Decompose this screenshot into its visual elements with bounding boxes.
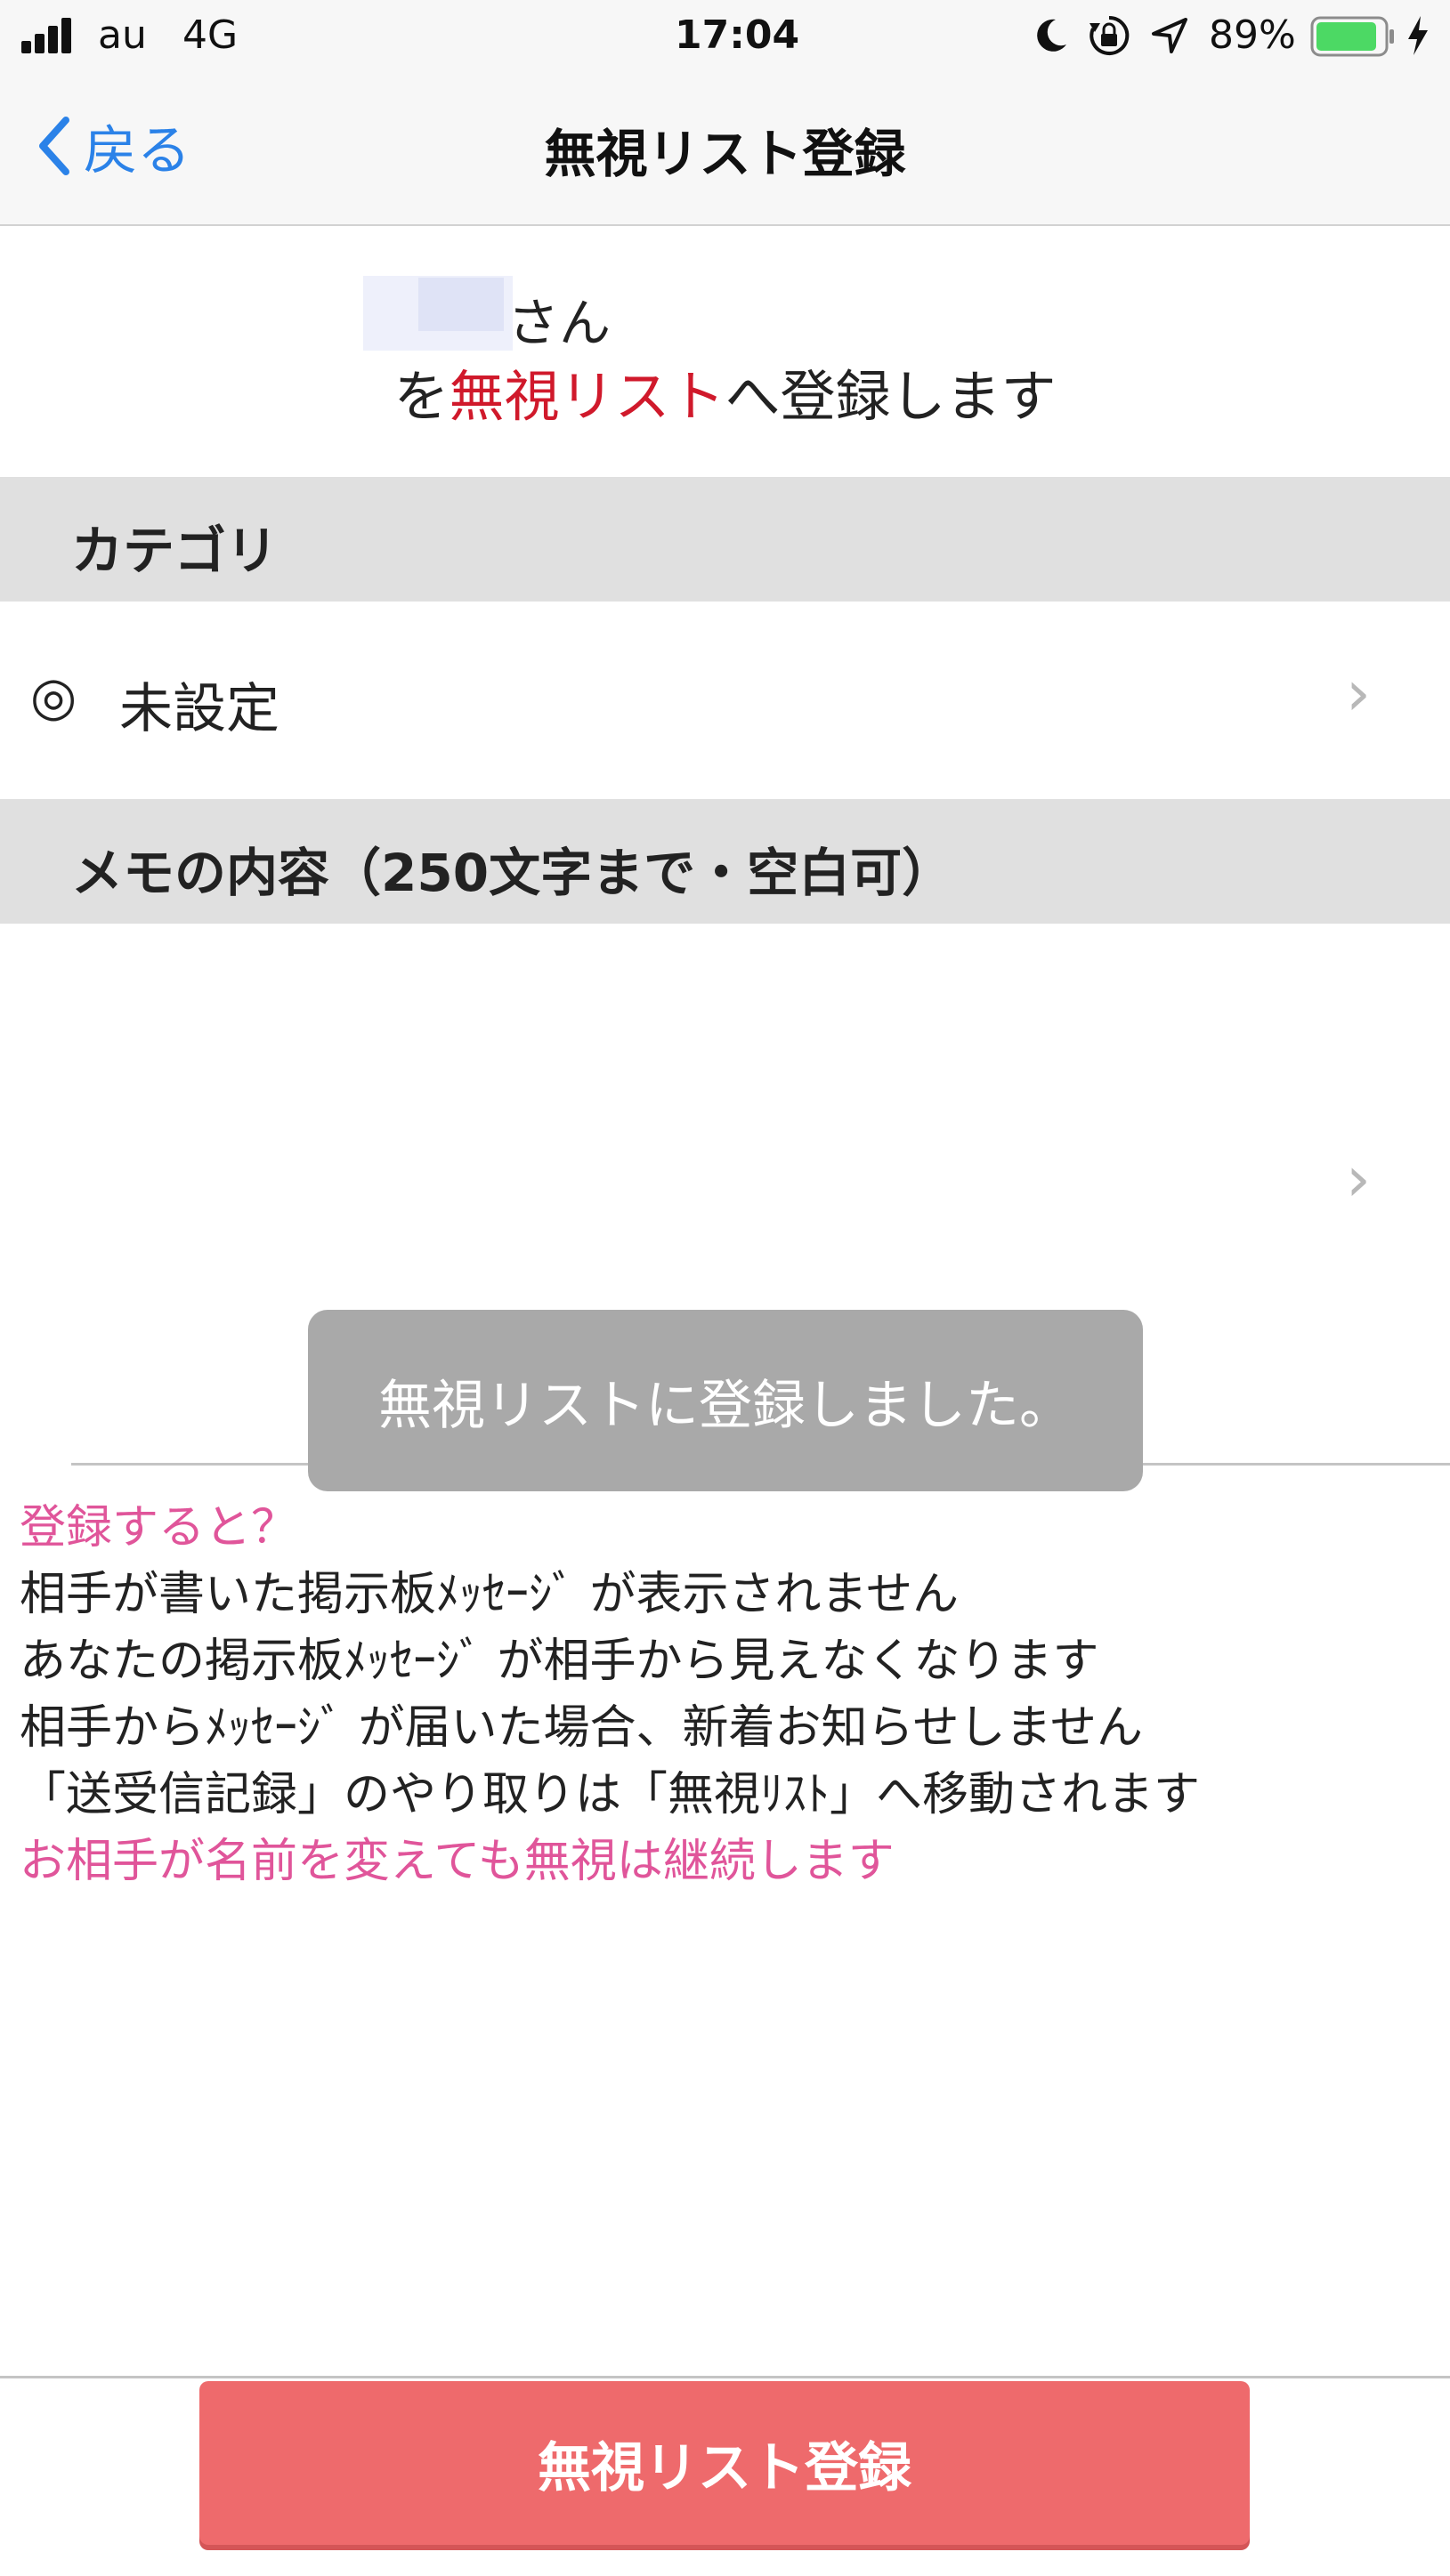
register-suffix: へ登録します [725, 364, 1057, 429]
status-bar: au 4G 17:04 89% [0, 0, 1450, 71]
moon-icon [1037, 19, 1066, 52]
explanation-line: あなたの掲示板ﾒｯｾｰｼﾞ が相手から見えなくなります [20, 1635, 1099, 1688]
navigation-bar: 戻る 無視リスト登録 [0, 71, 1450, 226]
battery-percent: 89% [1209, 12, 1296, 58]
memo-header-label: メモの内容（250文字まで・空白可） [71, 843, 954, 903]
bottom-divider [0, 2376, 1450, 2378]
category-header-label: カテゴリ [71, 521, 279, 581]
register-ignore-list-button[interactable]: 無視リスト登録 [199, 2381, 1250, 2545]
register-prefix: を [393, 364, 450, 429]
category-row[interactable]: ◎ 未設定 › [0, 602, 1450, 799]
status-time: 17:04 [675, 12, 800, 58]
page-title: 無視リスト登録 [544, 124, 906, 184]
honorific-san: さん [507, 293, 612, 353]
memo-header: メモの内容（250文字まで・空白可） [0, 799, 1450, 924]
explanation-line: 「送受信記録」のやり取りは「無視ﾘｽﾄ」へ移動されます [20, 1768, 1201, 1821]
network-label: 4G [182, 12, 239, 58]
register-description: を無視リストへ登録します [0, 351, 1450, 432]
carrier-label: au [98, 12, 147, 58]
signal-bars-icon [21, 18, 71, 53]
rotation-lock-icon [1090, 15, 1130, 55]
explanation-block: 登録すると？ 相手が書いた掲示板ﾒｯｾｰｼﾞ が表示されません あなたの掲示板ﾒ… [20, 1495, 1200, 1895]
location-arrow-icon [1152, 18, 1187, 53]
explanation-note: お相手が名前を変えても無視は継続します [20, 1835, 895, 1888]
explanation-line: 相手が書いた掲示板ﾒｯｾｰｼﾞ が表示されません [20, 1568, 959, 1621]
explanation-heading: 登録すると？ [20, 1501, 298, 1554]
explanation-line: 相手からﾒｯｾｰｼﾞ が届いた場合、新着お知らせしません [20, 1701, 1143, 1755]
battery-icon [1310, 16, 1394, 57]
ignore-list-highlight: 無視リスト [449, 364, 725, 429]
charging-bolt-icon [1408, 16, 1428, 55]
chevron-right-icon: › [1346, 1143, 1371, 1215]
category-value: 未設定 [119, 678, 279, 740]
blurred-username-inner [418, 278, 504, 331]
bullseye-icon: ◎ [30, 666, 77, 728]
category-header: カテゴリ [0, 477, 1450, 602]
chevron-right-icon: › [1346, 657, 1371, 730]
toast-message: 無視リストに登録しました。 [308, 1310, 1143, 1491]
